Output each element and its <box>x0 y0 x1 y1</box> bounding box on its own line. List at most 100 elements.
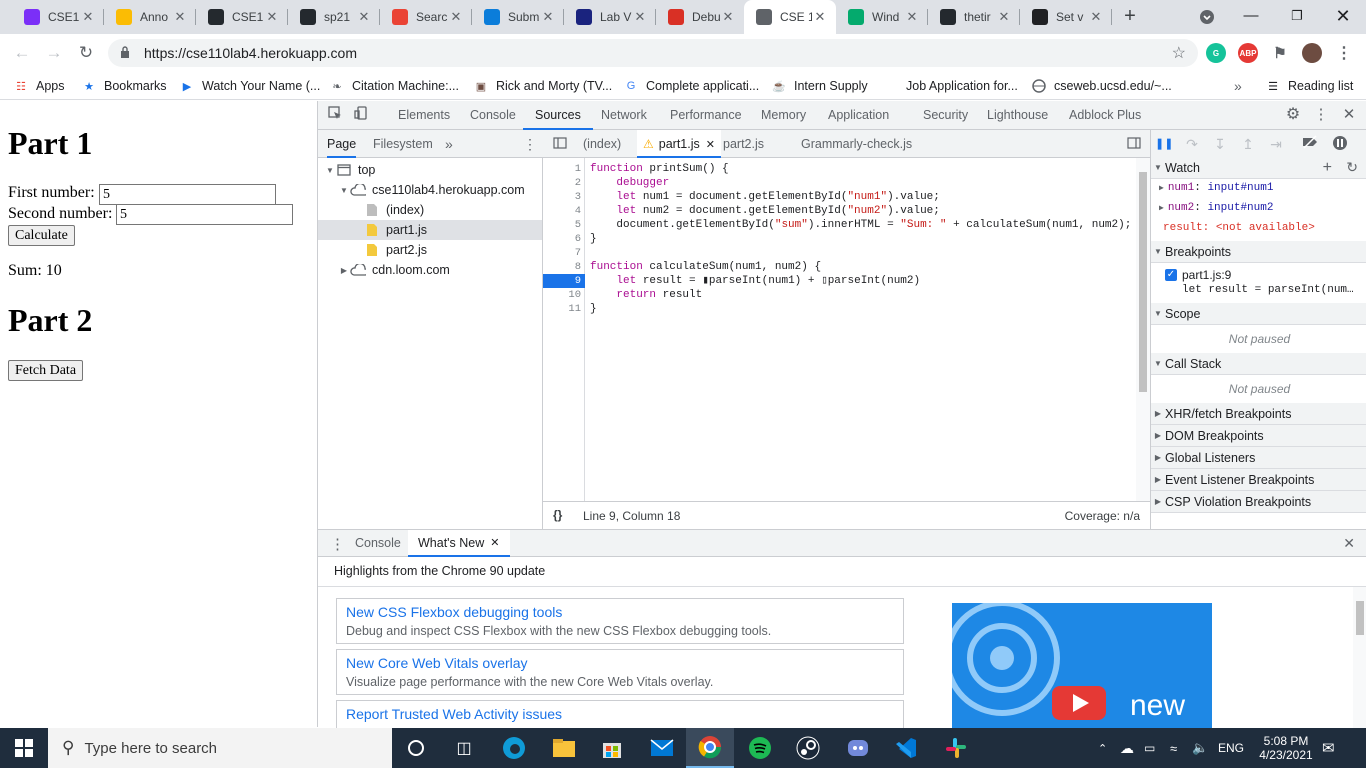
deactivate-breakpoints-icon[interactable] <box>1301 135 1319 153</box>
browser-tab[interactable]: Searc ✕ <box>380 0 472 34</box>
devtools-tab-lighthouse[interactable]: Lighthouse <box>987 101 1048 130</box>
line-number[interactable]: 5 <box>543 218 585 232</box>
tab-page[interactable]: Page <box>327 130 357 158</box>
editor-tab[interactable]: part2.js <box>719 130 768 158</box>
close-tab-icon[interactable]: ✕ <box>264 9 280 25</box>
pretty-print-button[interactable]: {} <box>553 508 562 522</box>
spotify-icon[interactable] <box>736 728 784 768</box>
settings-gear-icon[interactable]: ⚙ <box>1284 106 1302 124</box>
bookmark-item[interactable]: G Complete applicati... <box>624 77 760 95</box>
code-line[interactable]: function calculateSum(num1, num2) { <box>590 260 821 274</box>
breakpoint-code[interactable]: let result = parseInt(num… <box>1182 284 1354 296</box>
navigator-menu-icon[interactable]: ⋮ <box>523 130 537 158</box>
browser-tab[interactable]: CSE1 ✕ <box>12 0 104 34</box>
language-indicator[interactable]: ENG <box>1218 728 1244 768</box>
drawer-tab-console[interactable]: Console <box>355 536 401 550</box>
tab-filesystem[interactable]: Filesystem <box>373 130 433 158</box>
browser-tab[interactable]: sp21 ✕ <box>288 0 380 34</box>
bookmark-item[interactable]: ☷ Apps <box>14 77 64 95</box>
code-line[interactable]: debugger <box>590 176 669 190</box>
refresh-watch-icon[interactable]: ↻ <box>1346 159 1358 176</box>
close-tab-icon[interactable]: ✕ <box>80 9 96 25</box>
address-bar[interactable]: https://cse110lab4.herokuapp.com ☆ <box>108 39 1198 67</box>
drawer-scroll-thumb[interactable] <box>1356 601 1364 635</box>
browser-tab[interactable]: CSE1 ✕ <box>196 0 288 34</box>
task-view-icon[interactable]: ◫ <box>440 728 488 768</box>
line-number[interactable]: 11 <box>543 302 585 316</box>
devtools-menu-icon[interactable]: ⋮ <box>1312 106 1330 124</box>
close-tab-icon[interactable]: ✕ <box>632 9 648 25</box>
line-number[interactable]: 3 <box>543 190 585 204</box>
line-number[interactable]: 10 <box>543 288 585 302</box>
drawer-tab-whats-new[interactable]: What's New ✕ <box>408 530 510 557</box>
editor-tab[interactable]: (index) <box>579 130 625 158</box>
code-line[interactable]: function printSum() { <box>590 162 729 176</box>
browser-tab[interactable]: Subm ✕ <box>472 0 564 34</box>
new-tab-button[interactable]: + <box>1118 4 1142 28</box>
slack-icon[interactable] <box>932 728 980 768</box>
close-tab-icon[interactable]: ✕ <box>540 9 556 25</box>
store-icon[interactable] <box>588 728 636 768</box>
battery-icon[interactable]: ▭ <box>1144 728 1155 768</box>
line-number[interactable]: 1 <box>543 162 585 176</box>
browser-tab[interactable]: Lab V ✕ <box>564 0 656 34</box>
edge-icon[interactable] <box>490 728 538 768</box>
browser-tab[interactable]: Set v ✕ <box>1020 0 1112 34</box>
step-icon[interactable]: ⇥ <box>1267 135 1285 153</box>
devtools-tab-elements[interactable]: Elements <box>398 101 450 130</box>
breakpoint-marker[interactable]: 9 <box>543 274 585 288</box>
debugger-section-header[interactable]: ▶ DOM Breakpoints <box>1151 425 1366 447</box>
close-tab-icon[interactable]: ✕ <box>356 9 372 25</box>
bookmark-item[interactable]: ❧ Citation Machine:... <box>330 77 459 95</box>
adblock-extension-icon[interactable]: ABP <box>1238 43 1258 63</box>
debugger-section-header[interactable]: ▶ CSP Violation Breakpoints <box>1151 491 1366 513</box>
editor-scrollbar[interactable] <box>1136 158 1150 501</box>
cortana-icon[interactable] <box>392 728 440 768</box>
browser-tab[interactable]: Debu ✕ <box>656 0 744 34</box>
line-number[interactable]: 6 <box>543 232 585 246</box>
editor-tab[interactable]: Grammarly-check.js <box>787 130 916 158</box>
browser-tab[interactable]: thetir ✕ <box>928 0 1020 34</box>
tray-up-arrow-icon[interactable]: ⌃ <box>1098 728 1107 768</box>
line-number[interactable]: 7 <box>543 246 585 260</box>
code-line[interactable]: let num1 = document.getElementById("num1… <box>590 190 939 204</box>
reload-button[interactable]: ↻ <box>74 41 98 65</box>
reading-list-button[interactable]: ☰ Reading list <box>1266 77 1353 95</box>
toggle-navigator-icon[interactable] <box>551 135 569 153</box>
add-watch-icon[interactable]: + <box>1323 159 1332 177</box>
step-into-icon[interactable]: ↧ <box>1211 135 1229 153</box>
line-number[interactable]: 8 <box>543 260 585 274</box>
wifi-icon[interactable]: ≈ <box>1170 728 1177 768</box>
devtools-tab-security[interactable]: Security <box>923 101 968 130</box>
close-tab-icon[interactable]: ✕ <box>490 536 499 549</box>
debugger-section-header[interactable]: ▶ XHR/fetch Breakpoints <box>1151 403 1366 425</box>
close-tab-icon[interactable]: ✕ <box>996 9 1012 25</box>
bookmarks-overflow[interactable]: » <box>1234 77 1242 95</box>
drawer-menu-icon[interactable]: ⋮ <box>330 535 345 553</box>
breakpoint-checkbox[interactable]: ✓ <box>1165 269 1177 281</box>
watch-expression[interactable]: ▶ num1: input#num1 <box>1159 182 1273 194</box>
code-area[interactable]: 1 2 3 4 5 6 7 8 9 10 11 function printSum() { debu… <box>543 158 1150 501</box>
breakpoint-file[interactable]: part1.js:9 <box>1182 268 1231 282</box>
taskbar-search-box[interactable]: ⚲ Type here to search <box>48 728 392 768</box>
watch-section-header[interactable]: ▼ Watch + ↻ <box>1151 157 1366 179</box>
bookmark-item[interactable]: ▶ Watch Your Name (... <box>180 77 321 95</box>
callstack-section-header[interactable]: ▼ Call Stack <box>1151 353 1366 375</box>
volume-icon[interactable]: 🔈 <box>1192 728 1208 768</box>
navigator-tree-item[interactable]: ▼ top <box>318 160 542 180</box>
scope-section-header[interactable]: ▼ Scope <box>1151 303 1366 325</box>
close-tab-icon[interactable]: ✕ <box>1088 9 1104 25</box>
tab-search-icon[interactable] <box>1184 0 1230 34</box>
restore-button[interactable]: ❐ <box>1274 0 1320 34</box>
bookmark-item[interactable]: cseweb.ucsd.edu/~... <box>1032 77 1172 95</box>
close-tab-icon[interactable]: ✕ <box>812 9 828 25</box>
close-tab-icon[interactable]: ✕ <box>448 9 464 25</box>
start-button[interactable] <box>0 728 48 768</box>
editor-tab[interactable]: ⚠ part1.js ✕ <box>637 130 721 158</box>
close-drawer-icon[interactable]: ✕ <box>1343 535 1355 552</box>
devtools-tab-memory[interactable]: Memory <box>761 101 806 130</box>
whats-new-card[interactable]: New Core Web Vitals overlay Visualize pag… <box>336 649 904 695</box>
browser-menu-icon[interactable]: ⋮ <box>1334 43 1354 63</box>
discord-icon[interactable] <box>834 728 882 768</box>
close-devtools-icon[interactable]: ✕ <box>1340 106 1358 124</box>
